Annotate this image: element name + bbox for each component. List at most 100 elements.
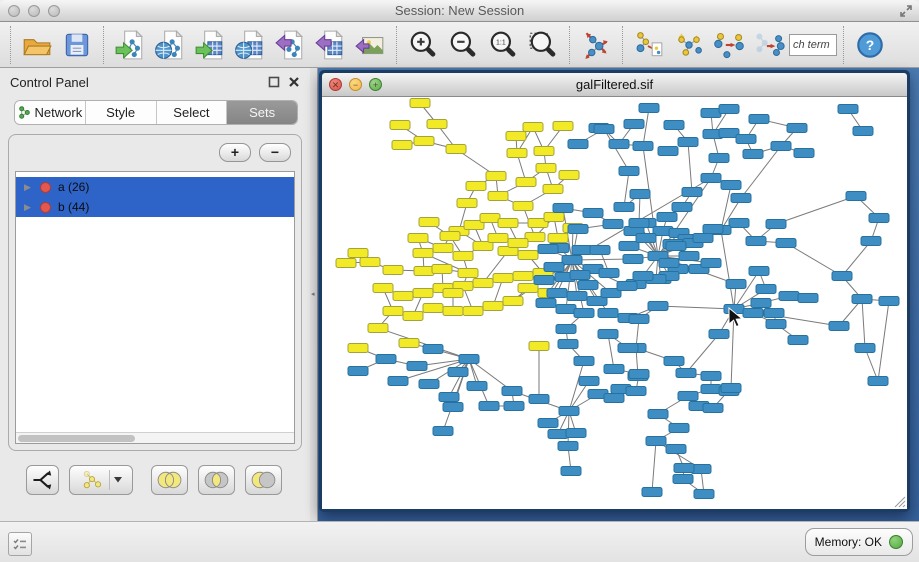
graph-node[interactable]	[639, 104, 659, 113]
graph-node[interactable]	[548, 430, 568, 439]
graph-node[interactable]	[664, 121, 684, 130]
graph-node[interactable]	[630, 190, 650, 199]
export-network-button[interactable]	[270, 25, 310, 65]
graph-node[interactable]	[852, 295, 872, 304]
graph-node[interactable]	[399, 339, 419, 348]
window-minimize-icon[interactable]: −	[349, 78, 362, 91]
graph-node[interactable]	[433, 427, 453, 436]
graph-node[interactable]	[443, 289, 463, 298]
export-image-button[interactable]	[350, 25, 390, 65]
set-difference-button[interactable]	[245, 465, 282, 495]
import-network-file-button[interactable]	[110, 25, 150, 65]
graph-node[interactable]	[507, 149, 527, 158]
graph-node[interactable]	[562, 256, 582, 265]
graph-node[interactable]	[443, 403, 463, 412]
graph-node[interactable]	[879, 297, 899, 306]
zoom-in-button[interactable]	[403, 25, 443, 65]
graph-node[interactable]	[506, 132, 526, 141]
expand-arrow-icon[interactable]: ▶	[24, 202, 33, 213]
tab-style[interactable]: Style	[86, 101, 157, 124]
graph-node[interactable]	[419, 218, 439, 227]
graph-node[interactable]	[383, 266, 403, 275]
graph-node[interactable]	[604, 394, 624, 403]
graph-node[interactable]	[756, 285, 776, 294]
select-first-neighbors-button[interactable]	[669, 25, 709, 65]
graph-node[interactable]	[623, 255, 643, 264]
graph-node[interactable]	[504, 402, 524, 411]
window-close-icon[interactable]: ✕	[329, 78, 342, 91]
zoom-selected-region-button[interactable]	[523, 25, 563, 65]
graph-node[interactable]	[578, 281, 598, 290]
graph-node[interactable]	[559, 171, 579, 180]
graph-node[interactable]	[419, 380, 439, 389]
graph-node[interactable]	[583, 209, 603, 218]
graph-node[interactable]	[407, 362, 427, 371]
graph-node[interactable]	[642, 488, 662, 497]
split-set-button[interactable]	[26, 465, 59, 495]
app-minimize-button[interactable]	[28, 5, 40, 17]
splitter-collapse-icon[interactable]: ◂	[311, 290, 315, 298]
graph-node[interactable]	[629, 219, 649, 228]
graph-node[interactable]	[413, 249, 433, 258]
graph-node[interactable]	[729, 219, 749, 228]
graph-node[interactable]	[403, 312, 423, 321]
graph-node[interactable]	[855, 344, 875, 353]
graph-node[interactable]	[463, 307, 483, 316]
graph-node[interactable]	[798, 294, 818, 303]
graph-node[interactable]	[433, 244, 453, 253]
graph-node[interactable]	[348, 367, 368, 376]
graph-node[interactable]	[724, 305, 744, 314]
graph-node[interactable]	[556, 325, 576, 334]
graph-node[interactable]	[633, 272, 653, 281]
graph-node[interactable]	[544, 263, 564, 272]
graph-node[interactable]	[432, 265, 452, 274]
graph-node[interactable]	[672, 203, 692, 212]
graph-node[interactable]	[678, 138, 698, 147]
graph-node[interactable]	[629, 315, 649, 324]
network-canvas[interactable]	[322, 97, 907, 509]
graph-node[interactable]	[719, 105, 739, 114]
graph-node[interactable]	[538, 419, 558, 428]
graph-node[interactable]	[423, 304, 443, 313]
app-titlebar[interactable]: Session: New Session	[0, 0, 919, 22]
graph-node[interactable]	[479, 402, 499, 411]
graph-node[interactable]	[743, 309, 763, 318]
graph-node[interactable]	[614, 203, 634, 212]
graph-node[interactable]	[619, 167, 639, 176]
graph-node[interactable]	[348, 249, 368, 258]
graph-node[interactable]	[869, 214, 889, 223]
window-maximize-icon[interactable]: +	[369, 78, 382, 91]
graph-node[interactable]	[682, 188, 702, 197]
graph-node[interactable]	[446, 145, 466, 154]
graph-node[interactable]	[473, 279, 493, 288]
graph-node[interactable]	[534, 276, 554, 285]
graph-node[interactable]	[599, 269, 619, 278]
graph-node[interactable]	[503, 297, 523, 306]
graph-node[interactable]	[603, 220, 623, 229]
graph-node[interactable]	[853, 127, 873, 136]
graph-node[interactable]	[721, 384, 741, 393]
graph-node[interactable]	[579, 377, 599, 386]
graph-node[interactable]	[440, 232, 460, 241]
graph-node[interactable]	[646, 437, 666, 446]
graph-node[interactable]	[570, 271, 590, 280]
graph-node[interactable]	[703, 225, 723, 234]
graph-node[interactable]	[679, 252, 699, 261]
task-history-button[interactable]	[8, 532, 32, 556]
graph-node[interactable]	[648, 410, 668, 419]
graph-node[interactable]	[480, 214, 500, 223]
graph-node[interactable]	[624, 120, 644, 129]
tab-sets[interactable]: Sets	[227, 101, 297, 124]
new-network-selected-nodes-button[interactable]	[709, 25, 749, 65]
graph-node[interactable]	[701, 259, 721, 268]
graph-node[interactable]	[666, 445, 686, 454]
network-graph[interactable]	[322, 97, 907, 509]
new-network-from-selection-button[interactable]	[629, 25, 669, 65]
graph-node[interactable]	[721, 181, 741, 190]
graph-node[interactable]	[617, 282, 637, 291]
graph-node[interactable]	[779, 292, 799, 301]
set-union-button[interactable]	[151, 465, 188, 495]
graph-node[interactable]	[408, 234, 428, 243]
graph-node[interactable]	[518, 251, 538, 260]
graph-node[interactable]	[508, 239, 528, 248]
